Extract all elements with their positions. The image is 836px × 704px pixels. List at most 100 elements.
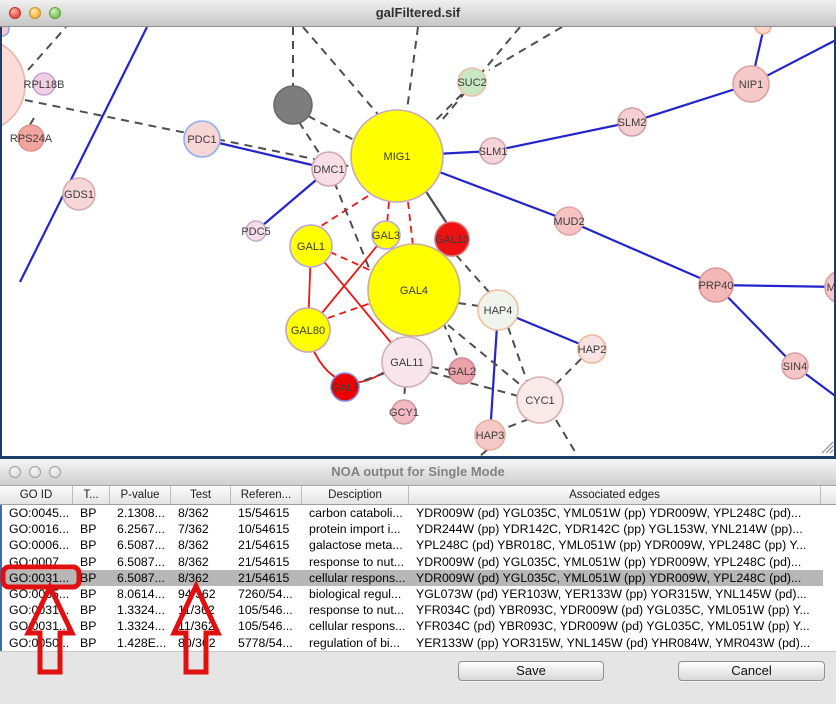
network-edge bbox=[308, 116, 356, 141]
table-row[interactable]: GO:0065...BP8.0614...94/3627260/54...bio… bbox=[2, 586, 823, 602]
cell: YDR009W (pd) YGL035C, YML051W (pp) YDR00… bbox=[411, 571, 823, 585]
node-label: GAL7 bbox=[331, 382, 359, 394]
table-row[interactable]: GO:0045...BP2.1308...8/36215/54615carbon… bbox=[2, 505, 823, 521]
node-label: SLM2 bbox=[618, 117, 647, 129]
node-label: RPL18B bbox=[24, 79, 65, 91]
cell: BP bbox=[75, 522, 112, 536]
save-button[interactable]: Save bbox=[458, 661, 604, 681]
cell: 8/362 bbox=[173, 555, 233, 569]
column-header-referen-[interactable]: Referen... bbox=[231, 486, 302, 504]
column-header-t-[interactable]: T... bbox=[73, 486, 110, 504]
cell: cellular respons... bbox=[304, 571, 411, 585]
cell: YGL073W (pd) YER103W, YER133W (pp) YOR31… bbox=[411, 587, 823, 601]
table-row[interactable]: GO:0006...BP6.5087...8/36221/54615galact… bbox=[2, 537, 823, 553]
cell: GO:0031... bbox=[2, 619, 75, 633]
cell: galactose meta... bbox=[304, 538, 411, 552]
cell: YFR034C (pd) YBR093C, YDR009W (pd) YGL03… bbox=[411, 619, 823, 633]
cell: GO:0006... bbox=[2, 538, 75, 552]
node-label: GCY1 bbox=[389, 407, 419, 419]
node-label: SIN4 bbox=[783, 361, 807, 373]
cell: BP bbox=[75, 506, 112, 520]
cell: protein import i... bbox=[304, 522, 411, 536]
cell: response to nut... bbox=[304, 555, 411, 569]
resize-grip[interactable] bbox=[826, 446, 833, 453]
table-row[interactable]: GO:0031...BP1.3324...11/362105/546...cel… bbox=[2, 618, 823, 634]
cell: 80/362 bbox=[173, 636, 233, 650]
cell: GO:0031... bbox=[2, 603, 75, 617]
network-edge bbox=[489, 27, 562, 70]
node-unlabeled[interactable] bbox=[2, 38, 25, 132]
node-label: GAL11 bbox=[390, 357, 423, 369]
cell: 11/362 bbox=[173, 619, 233, 633]
node-unlabeled[interactable] bbox=[755, 27, 771, 34]
network-edge bbox=[303, 27, 382, 119]
network-edge bbox=[456, 255, 489, 292]
cell: YFR034C (pd) YBR093C, YDR009W (pd) YGL03… bbox=[411, 603, 823, 617]
cell: 15/54615 bbox=[233, 506, 304, 520]
node-label: SUC2 bbox=[457, 77, 486, 89]
node-label: GAL4 bbox=[400, 285, 428, 297]
cell: 2.1308... bbox=[112, 506, 173, 520]
cell: 7/362 bbox=[173, 522, 233, 536]
table-row[interactable]: GO:0031...BP6.5087...8/36221/54615cellul… bbox=[2, 570, 823, 586]
column-header-desciption[interactable]: Desciption bbox=[302, 486, 409, 504]
cell: 21/54615 bbox=[233, 571, 304, 585]
cell: BP bbox=[75, 619, 112, 633]
cell: GO:0065... bbox=[2, 587, 75, 601]
cancel-button[interactable]: Cancel bbox=[678, 661, 825, 681]
resize-grip[interactable] bbox=[830, 450, 833, 453]
cell: 105/546... bbox=[233, 603, 304, 617]
cell: carbon cataboli... bbox=[304, 506, 411, 520]
cell: GO:0016... bbox=[2, 522, 75, 536]
node-label: CYC1 bbox=[525, 395, 554, 407]
network-edge bbox=[299, 122, 321, 156]
column-header-go-id[interactable]: GO ID bbox=[0, 486, 73, 504]
network-edge bbox=[480, 450, 487, 456]
column-header-p-value[interactable]: P-value bbox=[110, 486, 171, 504]
network-titlebar[interactable]: galFiltered.sif bbox=[0, 0, 836, 27]
node-unlabeled[interactable] bbox=[274, 86, 312, 124]
node-label: GAL2 bbox=[448, 366, 476, 378]
node-label: MIG1 bbox=[384, 151, 411, 163]
node-label: GAL1 bbox=[297, 241, 325, 253]
network-edge bbox=[508, 327, 527, 381]
column-header-test[interactable]: Test bbox=[171, 486, 231, 504]
app-screen: galFiltered.sif RPL18BRPS24AGDS1PDC1PDC5… bbox=[0, 0, 836, 704]
cell: 8/362 bbox=[173, 571, 233, 585]
network-edge bbox=[318, 196, 368, 228]
cell: BP bbox=[75, 538, 112, 552]
network-edge bbox=[202, 139, 329, 169]
network-edge bbox=[433, 94, 462, 123]
table-row[interactable]: GO:0016...BP6.2567...7/36210/54615protei… bbox=[2, 521, 823, 537]
node-label: GAL3 bbox=[372, 230, 400, 242]
cell: YDR009W (pd) YGL035C, YML051W (pp) YDR00… bbox=[411, 506, 823, 520]
noa-titlebar[interactable]: NOA output for Single Mode bbox=[0, 459, 836, 486]
cell: 6.5087... bbox=[112, 538, 173, 552]
node-unlabeled[interactable] bbox=[2, 27, 9, 36]
cell: regulation of bi... bbox=[304, 636, 411, 650]
column-header-associated-edges[interactable]: Associated edges bbox=[409, 486, 821, 504]
network-canvas[interactable]: RPL18BRPS24AGDS1PDC1PDC5DMC1MIG1SUC2SLM1… bbox=[0, 27, 836, 459]
table-row[interactable]: GO:0050...BP1.428E...80/3625778/54...reg… bbox=[2, 635, 823, 651]
node-label: HAP3 bbox=[476, 430, 505, 442]
cell: 21/54615 bbox=[233, 538, 304, 552]
cell: response to nut... bbox=[304, 603, 411, 617]
table-row[interactable]: GO:0007...BP6.5087...8/36221/54615respon… bbox=[2, 554, 823, 570]
table-header: GO IDT...P-valueTestReferen...Desciption… bbox=[0, 486, 836, 505]
cell: YPL248C (pd) YBR018C, YML051W (pp) YDR00… bbox=[411, 538, 823, 552]
network-window: galFiltered.sif RPL18BRPS24AGDS1PDC1PDC5… bbox=[0, 0, 836, 459]
cell: 6.5087... bbox=[112, 555, 173, 569]
cell: 11/362 bbox=[173, 603, 233, 617]
cell: 10/54615 bbox=[233, 522, 304, 536]
table-row[interactable]: GO:0031...BP1.3324...11/362105/546...res… bbox=[2, 602, 823, 618]
network-edge bbox=[404, 386, 405, 401]
cell: 94/362 bbox=[173, 587, 233, 601]
cell: BP bbox=[75, 587, 112, 601]
cell: GO:0050... bbox=[2, 636, 75, 650]
node-label: GAL10 bbox=[435, 234, 469, 246]
cell: 21/54615 bbox=[233, 555, 304, 569]
network-window-title: galFiltered.sif bbox=[0, 5, 836, 20]
network-edge bbox=[458, 303, 479, 306]
cell: GO:0007... bbox=[2, 555, 75, 569]
network-edge bbox=[493, 122, 632, 151]
